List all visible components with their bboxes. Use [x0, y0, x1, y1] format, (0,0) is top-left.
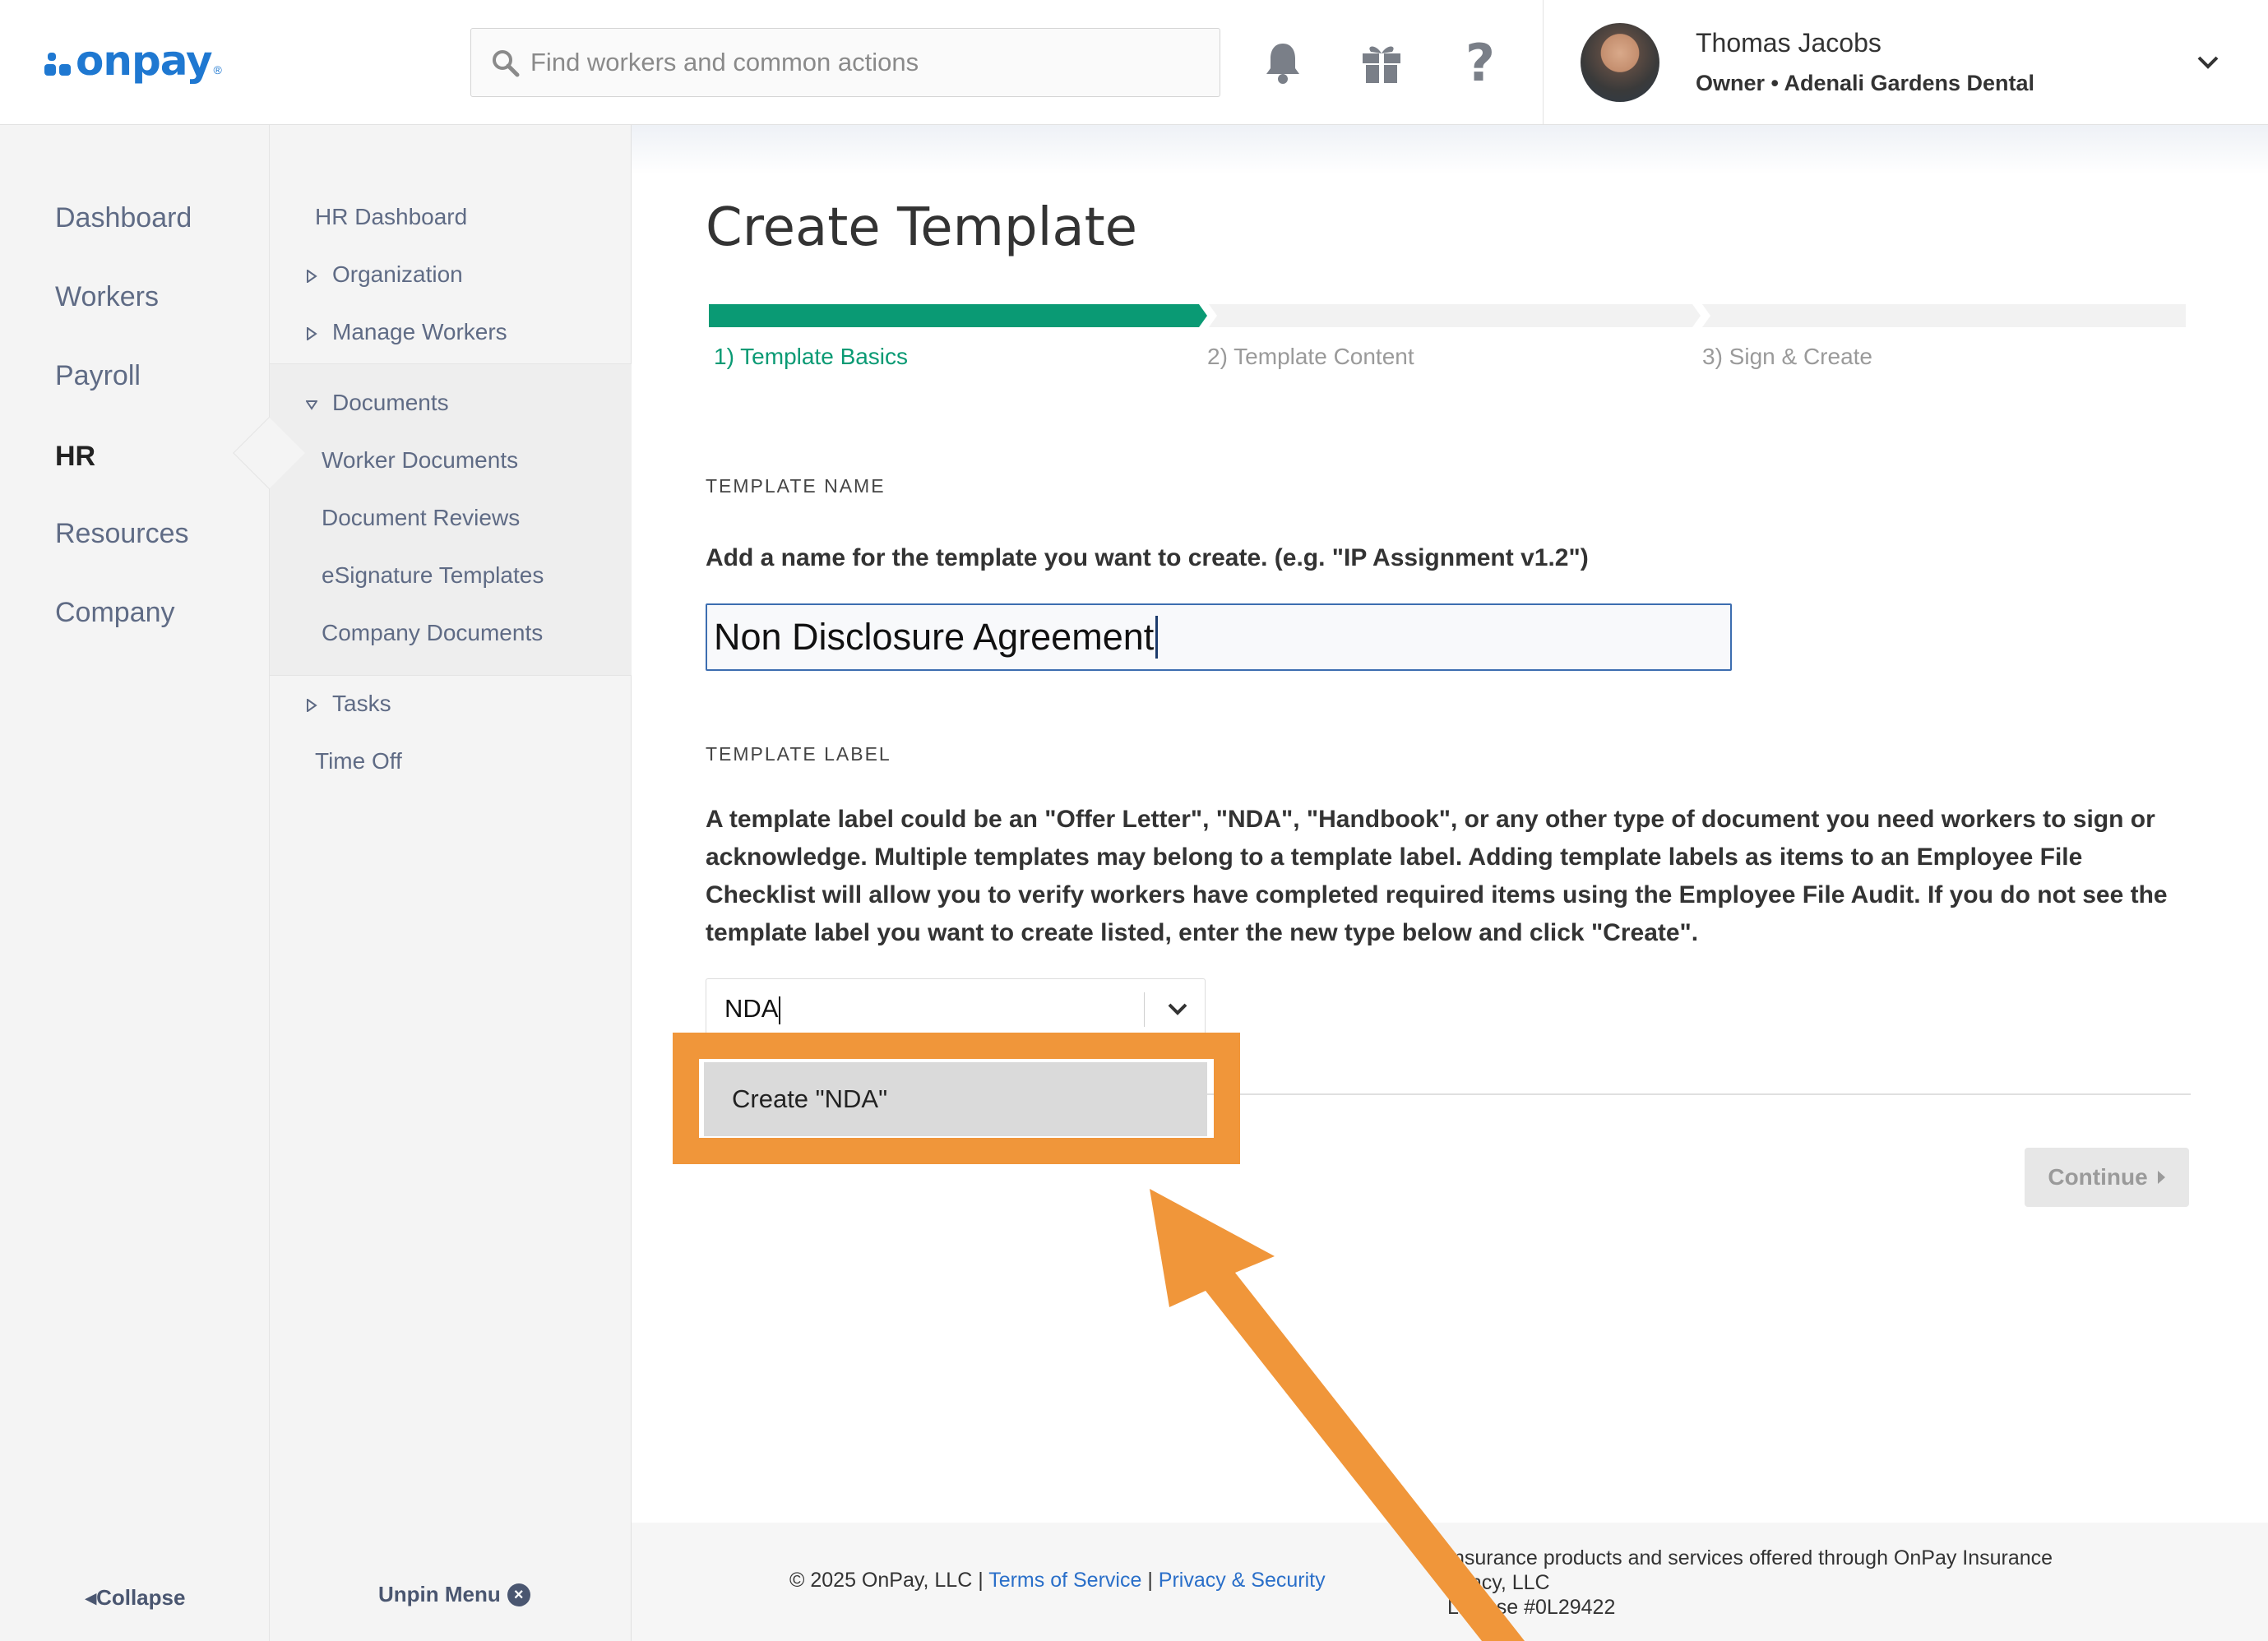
chevron-down-icon[interactable] [2194, 51, 2222, 74]
text-cursor [1155, 616, 1159, 659]
user-name[interactable]: Thomas Jacobs [1696, 28, 1882, 58]
template-label-help: A template label could be an "Offer Lett… [706, 806, 2168, 946]
logo-wordmark: onpay [76, 37, 213, 85]
search-bar[interactable] [470, 28, 1220, 97]
select-separator [1144, 992, 1145, 1027]
step-progress-bar [709, 304, 2186, 327]
logo-mark-icon [44, 46, 71, 76]
header-divider [1543, 0, 1544, 125]
avatar[interactable] [1581, 23, 1659, 102]
sidebar-item-hr[interactable]: HR [55, 441, 95, 473]
step-2-segment [1209, 304, 1701, 327]
subnav-tasks[interactable]: Tasks [306, 691, 391, 717]
insurance-line-2: gency, LLC [1447, 1571, 1550, 1594]
terms-link[interactable]: Terms of Service [988, 1569, 1141, 1592]
step-2-label[interactable]: 2) Template Content [1207, 344, 1414, 370]
continue-label: Continue [2048, 1164, 2148, 1190]
gift-icon [1363, 46, 1400, 83]
caret-right-icon [307, 269, 317, 283]
template-label-value: NDA [724, 994, 781, 1024]
secondary-sidebar [270, 125, 632, 1641]
sidebar-item-payroll[interactable]: Payroll [55, 360, 141, 392]
search-input[interactable] [530, 48, 1188, 77]
insurance-line-3: License #0L29422 [1447, 1596, 1616, 1619]
caret-right-icon [2157, 1171, 2165, 1184]
subnav-manage-workers[interactable]: Manage Workers [306, 319, 507, 345]
template-name-section-label: TEMPLATE NAME [706, 475, 886, 497]
unpin-menu-button[interactable]: Unpin Menu × [378, 1582, 530, 1607]
caret-down-icon [306, 400, 317, 410]
subnav-esignature-templates[interactable]: eSignature Templates [322, 562, 544, 589]
template-name-help: Add a name for the template you want to … [706, 544, 1589, 571]
subnav-hr-dashboard[interactable]: HR Dashboard [315, 204, 467, 230]
copyright-text: © 2025 OnPay, LLC | [789, 1569, 984, 1592]
subnav-company-documents[interactable]: Company Documents [322, 620, 543, 646]
annotation-arrow-icon [1150, 1189, 1525, 1641]
annotation-highlight-box [673, 1033, 1240, 1164]
step-1-label[interactable]: 1) Template Basics [714, 344, 908, 370]
collapse-label: Collapse [96, 1585, 186, 1610]
help-button[interactable]: ? [1456, 33, 1505, 93]
caret-right-icon [307, 326, 317, 340]
caret-left-icon: ◂ [86, 1585, 97, 1610]
sidebar-item-company[interactable]: Company [55, 597, 175, 629]
sidebar-item-workers[interactable]: Workers [55, 281, 159, 313]
subnav-manage-workers-label: Manage Workers [332, 319, 507, 344]
gifts-button[interactable] [1357, 36, 1406, 89]
primary-sidebar [0, 125, 270, 1641]
caret-right-icon [307, 698, 317, 712]
subnav-organization-label: Organization [332, 261, 463, 287]
subnav-organization[interactable]: Organization [306, 261, 463, 288]
sidebar-item-resources[interactable]: Resources [55, 518, 189, 550]
registered-mark: ® [213, 63, 222, 76]
user-role: Owner • Adenali Gardens Dental [1696, 71, 2035, 95]
insurance-line-1: Insurance products and services offered … [1447, 1546, 2053, 1569]
subnav-document-reviews[interactable]: Document Reviews [322, 505, 520, 531]
main-top-shade [632, 125, 2268, 174]
subnav-worker-documents[interactable]: Worker Documents [322, 447, 518, 474]
close-circle-icon: × [507, 1583, 530, 1606]
bell-icon [1266, 44, 1299, 84]
step-3-segment [1702, 304, 2186, 327]
chevron-down-icon[interactable] [1165, 999, 1190, 1020]
notifications-button[interactable] [1258, 36, 1308, 89]
sidebar-item-dashboard[interactable]: Dashboard [55, 202, 192, 234]
subnav-tasks-label: Tasks [332, 691, 391, 716]
continue-button[interactable]: Continue [2025, 1148, 2189, 1207]
template-name-value: Non Disclosure Agreement [714, 616, 1155, 658]
unpin-menu-label: Unpin Menu [378, 1582, 501, 1606]
template-name-input[interactable]: Non Disclosure Agreement [706, 603, 1732, 671]
step-1-segment [709, 304, 1207, 327]
onpay-logo[interactable]: onpay ® [44, 36, 242, 86]
collapse-button[interactable]: ◂Collapse [86, 1585, 185, 1611]
subnav-time-off[interactable]: Time Off [315, 748, 402, 774]
search-icon [493, 50, 520, 77]
template-label-section-label: TEMPLATE LABEL [706, 743, 891, 765]
template-label-select[interactable]: NDA [706, 978, 1206, 1039]
subnav-documents-label: Documents [332, 390, 449, 415]
help-icon: ? [1465, 32, 1495, 93]
step-3-label[interactable]: 3) Sign & Create [1702, 344, 1872, 370]
page-title: Create Template [706, 197, 1138, 258]
subnav-documents[interactable]: Documents [306, 390, 449, 416]
insurance-disclosure: Insurance products and services offered … [1447, 1546, 2053, 1620]
